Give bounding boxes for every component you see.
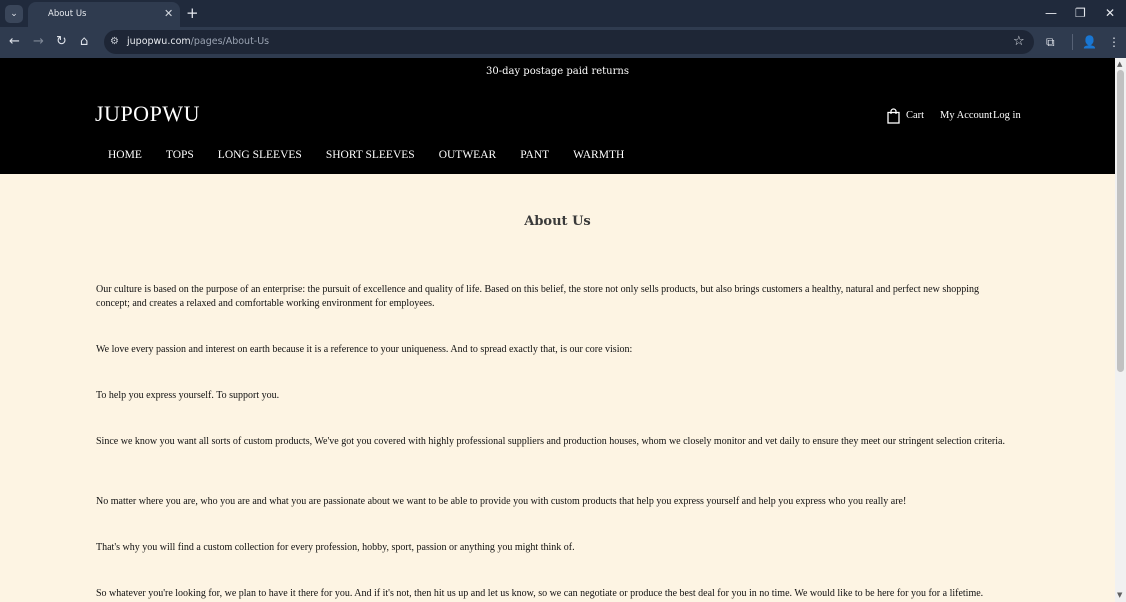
close-window-button[interactable]: ✕	[1105, 5, 1115, 21]
nav-item-pant[interactable]: PANT	[520, 149, 549, 161]
forward-arrow-icon[interactable]: →	[33, 34, 44, 50]
paragraph-express: To help you express yourself. To support…	[96, 390, 280, 401]
tab-close-icon[interactable]: ✕	[164, 7, 173, 21]
menu-kebab-icon[interactable]: ⋮	[1108, 34, 1120, 50]
active-tab[interactable]: About Us ✕	[28, 2, 180, 27]
my-account-link[interactable]: My Account	[940, 110, 992, 121]
paragraph-suppliers: Since we know you want all sorts of cust…	[96, 436, 1005, 447]
page-title: About Us	[524, 214, 591, 229]
bookmark-star-icon[interactable]: ☆	[1013, 34, 1025, 50]
address-bar[interactable]: ⚙ jupopwu.com/pages/About-Us ☆	[104, 30, 1034, 54]
cart-bag-icon[interactable]	[887, 108, 900, 124]
site-header: 30-day postage paid returns JUPOPWU Cart…	[0, 58, 1115, 174]
login-link[interactable]: Log in	[993, 110, 1021, 121]
reload-icon[interactable]: ↻	[56, 34, 67, 50]
home-icon[interactable]: ⌂	[80, 34, 88, 50]
nav-item-tops[interactable]: TOPS	[166, 149, 194, 161]
toolbar-divider	[1072, 34, 1073, 50]
profile-icon[interactable]: 👤	[1082, 34, 1097, 50]
restore-button[interactable]: ❐	[1075, 5, 1086, 21]
paragraph-passion: We love every passion and interest on ea…	[96, 344, 633, 355]
cart-link[interactable]: Cart	[906, 110, 924, 121]
main-navigation: HOME TOPS LONG SLEEVES SHORT SLEEVES OUT…	[108, 149, 624, 161]
site-logo[interactable]: JUPOPWU	[95, 101, 200, 127]
paragraph-collection: That's why you will find a custom collec…	[96, 542, 575, 553]
browser-tab-bar: ⌄ About Us ✕ + — ❐ ✕	[0, 0, 1126, 27]
nav-item-home[interactable]: HOME	[108, 149, 142, 161]
nav-item-outwear[interactable]: OUTWEAR	[439, 149, 497, 161]
scroll-thumb[interactable]	[1117, 70, 1124, 372]
announcement-bar: 30-day postage paid returns	[486, 66, 629, 77]
site-info-icon[interactable]: ⚙	[110, 35, 119, 49]
nav-item-warmth[interactable]: WARMTH	[573, 149, 624, 161]
paragraph-wherever: No matter where you are, who you are and…	[96, 496, 907, 507]
url-domain: jupopwu.com	[127, 36, 191, 47]
nav-item-long-sleeves[interactable]: LONG SLEEVES	[218, 149, 302, 161]
back-arrow-icon[interactable]: ←	[9, 34, 20, 50]
url-text: jupopwu.com/pages/About-Us	[127, 36, 269, 47]
minimize-button[interactable]: —	[1045, 5, 1057, 21]
url-path: /pages/About-Us	[190, 36, 270, 47]
scroll-down-arrow-icon[interactable]: ▼	[1117, 591, 1122, 599]
browser-toolbar: ← → ↻ ⌂ ⚙ jupopwu.com/pages/About-Us ☆ ⧉…	[0, 27, 1126, 58]
paragraph-lifetime: So whatever you're looking for, we plan …	[96, 588, 984, 599]
scroll-up-arrow-icon[interactable]: ▲	[1117, 60, 1122, 68]
page-scrollbar[interactable]: ▲ ▼	[1115, 58, 1126, 602]
tab-title: About Us	[48, 9, 87, 19]
nav-item-short-sleeves[interactable]: SHORT SLEEVES	[326, 149, 415, 161]
paragraph-culture: Our culture is based on the purpose of a…	[96, 284, 980, 309]
new-tab-button[interactable]: +	[186, 4, 199, 22]
extensions-icon[interactable]: ⧉	[1046, 34, 1055, 50]
tab-search-button[interactable]: ⌄	[5, 5, 23, 23]
